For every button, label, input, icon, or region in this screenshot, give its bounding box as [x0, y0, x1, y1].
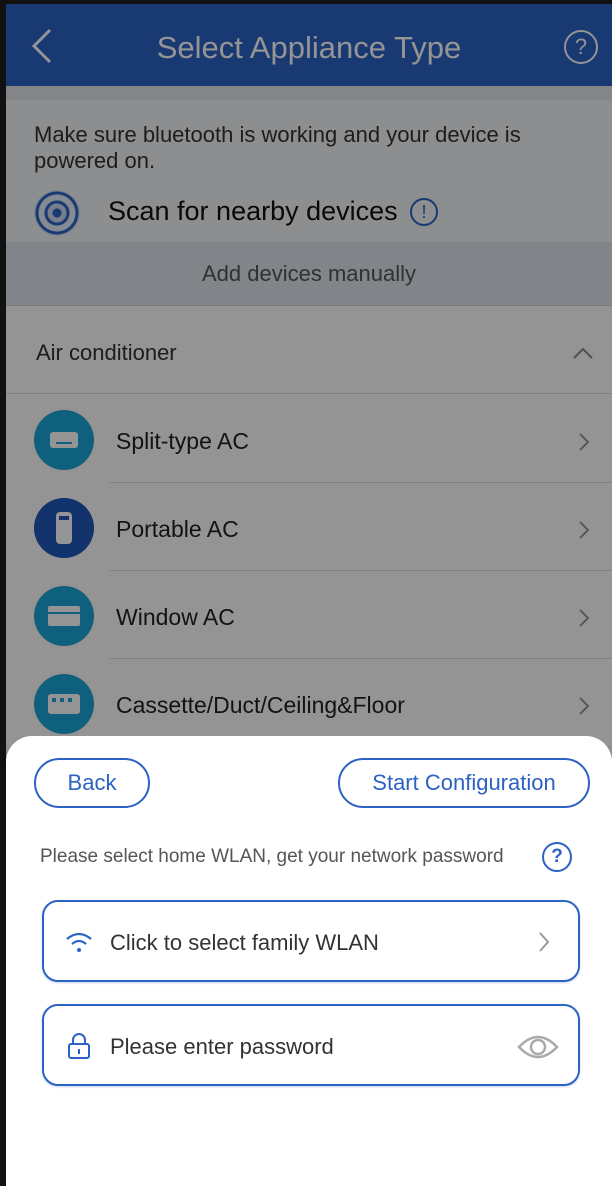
password-field[interactable]: Please enter password: [42, 1004, 580, 1086]
wlan-config-sheet: Back Start Configuration Please select h…: [6, 736, 612, 1186]
wlan-select-field[interactable]: Click to select family WLAN: [42, 900, 580, 982]
lock-icon: [68, 1033, 90, 1059]
eye-icon[interactable]: [516, 1030, 560, 1064]
wlan-select-label: Click to select family WLAN: [110, 930, 379, 955]
back-button[interactable]: Back: [34, 758, 150, 808]
wifi-icon: [66, 932, 92, 952]
wlan-hint: Please select home WLAN, get your networ…: [40, 846, 504, 867]
start-configuration-button[interactable]: Start Configuration: [338, 758, 590, 808]
chevron-right-icon: [539, 932, 550, 952]
password-input[interactable]: Please enter password: [110, 1034, 334, 1060]
question-icon[interactable]: ?: [542, 842, 572, 872]
